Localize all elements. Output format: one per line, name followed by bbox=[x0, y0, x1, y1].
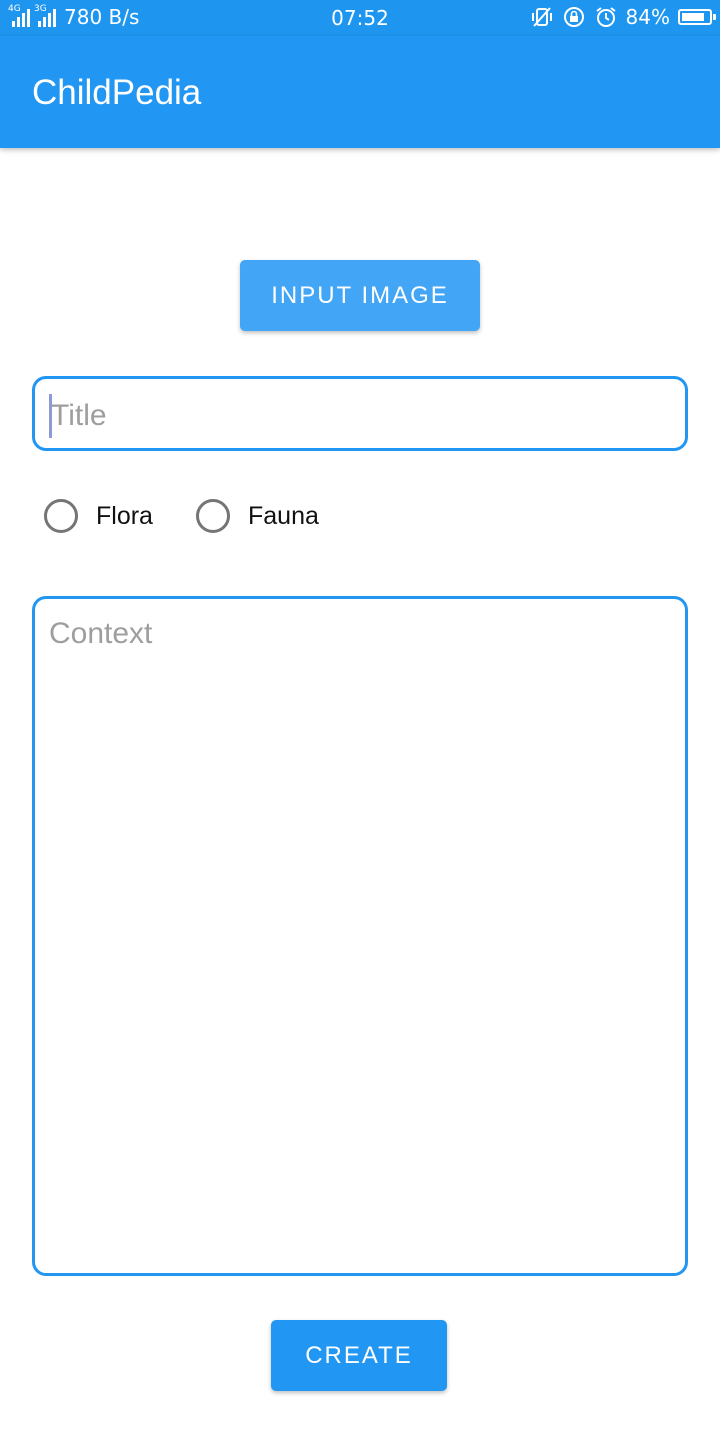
app-bar: ChildPedia bbox=[0, 36, 720, 148]
network-type-label: 3G bbox=[34, 4, 47, 14]
status-left: 4G 3G 780 B/s bbox=[8, 4, 140, 30]
network-type-label: 4G bbox=[8, 4, 21, 14]
app-title: ChildPedia bbox=[32, 73, 202, 112]
signal-4g-icon: 4G bbox=[8, 4, 30, 27]
radio-button-icon[interactable] bbox=[44, 499, 78, 533]
create-button[interactable]: CREATE bbox=[271, 1320, 447, 1391]
net-speed: 780 B/s bbox=[64, 5, 140, 29]
title-field bbox=[32, 376, 688, 451]
battery-fill bbox=[682, 13, 704, 21]
radio-label-flora: Flora bbox=[96, 501, 153, 530]
context-field bbox=[32, 596, 688, 1276]
battery-percent: 84% bbox=[625, 5, 670, 29]
radio-label-fauna: Fauna bbox=[248, 501, 319, 530]
status-bar: 4G 3G 780 B/s 07:52 84% bbox=[0, 0, 720, 36]
signal-3g-icon: 3G bbox=[34, 4, 56, 27]
alarm-icon bbox=[595, 7, 616, 27]
radio-fauna[interactable]: Fauna bbox=[196, 494, 319, 538]
vibrate-icon bbox=[531, 7, 552, 27]
title-input[interactable] bbox=[49, 391, 673, 441]
rotation-lock-icon bbox=[563, 7, 584, 27]
status-right: 84% bbox=[530, 5, 716, 29]
context-input[interactable] bbox=[49, 617, 669, 1257]
battery-icon bbox=[678, 9, 716, 25]
radio-flora[interactable]: Flora bbox=[44, 494, 153, 538]
input-image-button[interactable]: INPUT IMAGE bbox=[240, 260, 480, 331]
radio-button-icon[interactable] bbox=[196, 499, 230, 533]
